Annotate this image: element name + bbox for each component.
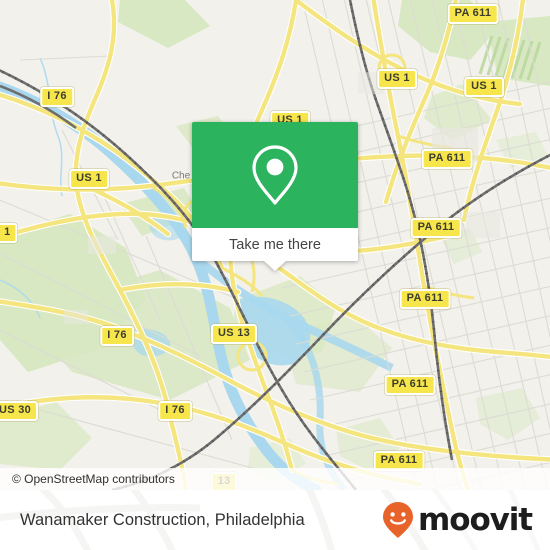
road-shield-us-1[interactable]: US 1 [464, 77, 504, 97]
moovit-pin-icon [383, 502, 414, 538]
map-pin-icon [252, 145, 298, 205]
road-shield-us-13[interactable]: US 13 [210, 324, 258, 344]
road-shield-us-1[interactable]: US 1 [377, 69, 417, 89]
road-shield-pa-611[interactable]: PA 611 [399, 289, 451, 309]
road-shield-pa-611[interactable]: PA 611 [421, 149, 473, 169]
popup-pointer-tail [264, 261, 286, 271]
road-shield-pa-611[interactable]: PA 611 [384, 375, 436, 395]
popup-header [192, 122, 358, 228]
road-shield-i-76[interactable]: I 76 [40, 87, 74, 107]
footer-bar: Wanamaker Construction, Philadelphia moo… [0, 490, 550, 550]
moovit-map-screen: Che PA 611 US 1 US 1 I 76 US 1 PA 611 US… [0, 0, 550, 550]
road-shield-pa-611[interactable]: PA 611 [447, 4, 499, 24]
road-shield-i-1[interactable]: I 1 [0, 223, 18, 243]
road-shield-i-76[interactable]: I 76 [100, 326, 134, 346]
road-shield-us-30[interactable]: US 30 [0, 401, 39, 421]
location-title: Wanamaker Construction, Philadelphia [20, 510, 305, 529]
moovit-wordmark: moovit [418, 501, 533, 538]
take-me-there-label: Take me there [229, 236, 321, 253]
attribution-text[interactable]: © OpenStreetMap contributors [0, 472, 175, 486]
take-me-there-popup[interactable]: Take me there [192, 122, 358, 271]
moovit-logo[interactable]: moovit [381, 500, 550, 540]
road-shield-us-1[interactable]: US 1 [69, 169, 109, 189]
road-shield-i-76[interactable]: I 76 [158, 401, 192, 421]
map-canvas[interactable]: Che PA 611 US 1 US 1 I 76 US 1 PA 611 US… [0, 0, 550, 490]
map-attribution-bar: © OpenStreetMap contributors [0, 468, 550, 490]
popup-action-row[interactable]: Take me there [192, 228, 358, 261]
map-place-label: Che [171, 170, 191, 182]
road-shield-pa-611[interactable]: PA 611 [410, 218, 462, 238]
